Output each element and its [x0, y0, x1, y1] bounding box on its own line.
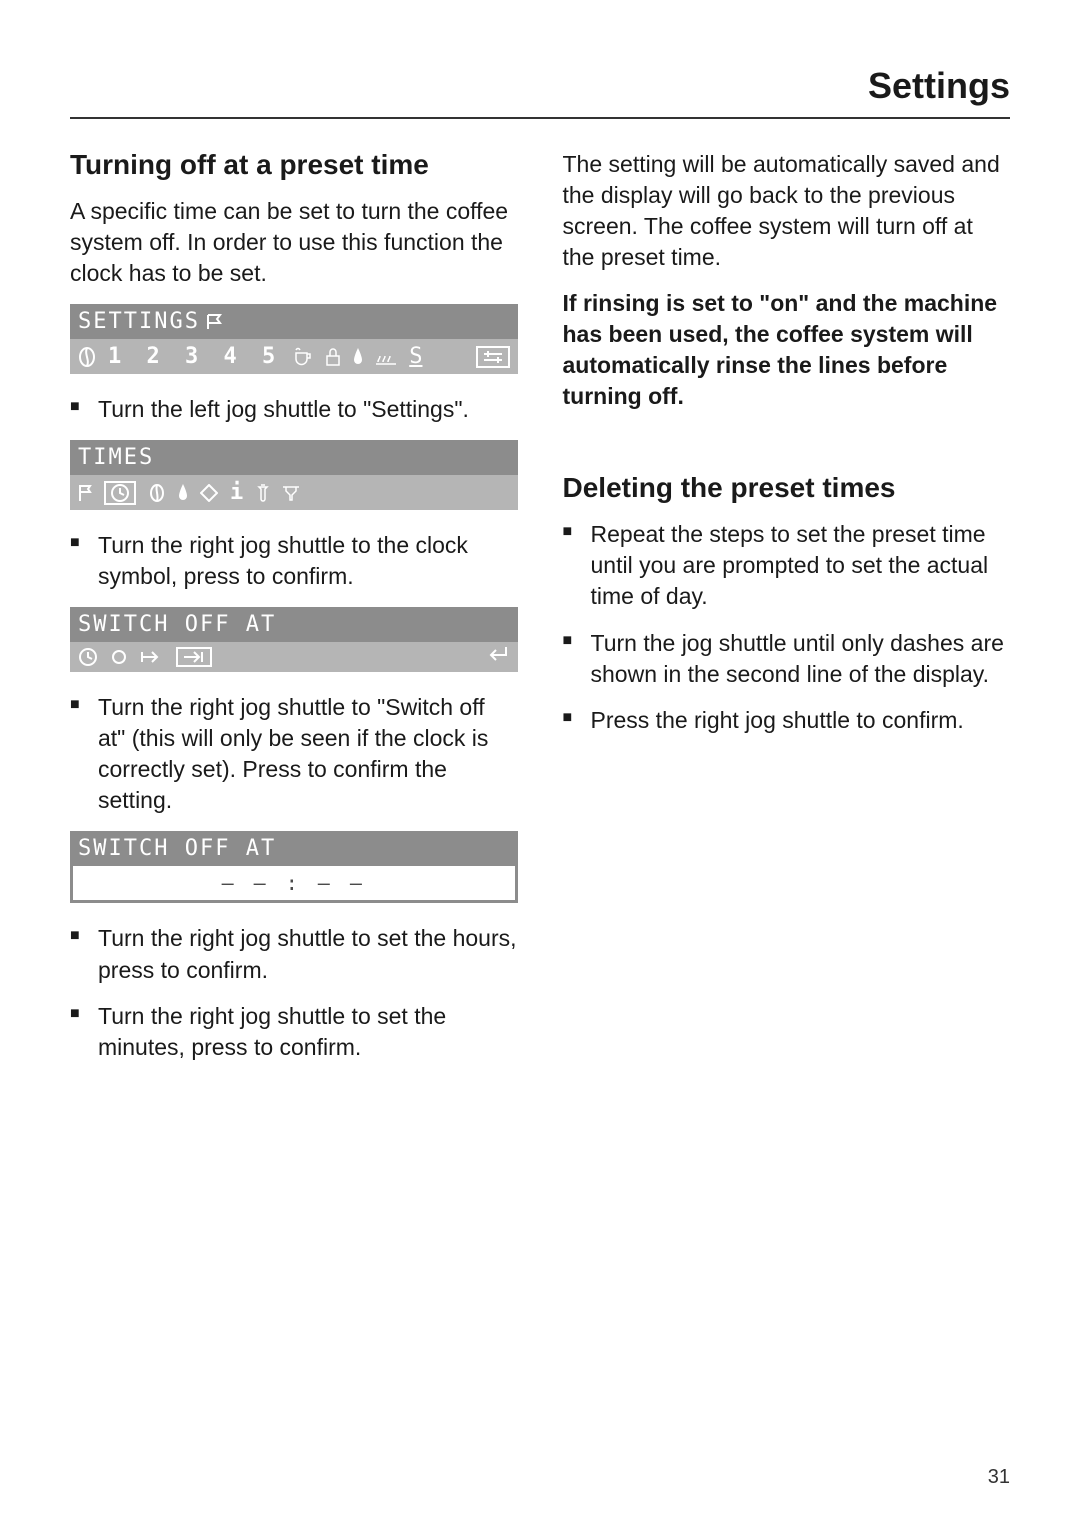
arrow-on-icon	[140, 649, 164, 665]
delete-step-1: Repeat the steps to set the preset time …	[563, 519, 1011, 612]
lcd-switch-off-at-time: SWITCH OFF AT – – : – –	[70, 831, 518, 903]
delete-step-3: Press the right jog shuttle to confirm.	[563, 705, 1011, 736]
drop-icon	[178, 483, 188, 503]
bean-icon	[78, 347, 96, 367]
page-title: Settings	[868, 65, 1010, 106]
step-5: Turn the right jog shuttle to set the mi…	[70, 1001, 518, 1063]
delete-step-2: Turn the jog shuttle until only dashes a…	[563, 628, 1011, 690]
right-column: The setting will be automatically saved …	[563, 149, 1011, 1078]
step-3: Turn the right jog shuttle to "Switch of…	[70, 692, 518, 816]
steam-icon	[375, 348, 397, 366]
section-heading-deleting: Deleting the preset times	[563, 472, 1011, 504]
arrow-off-icon-selected	[176, 647, 212, 667]
settings-sliders-icon	[476, 346, 510, 368]
lock-icon	[325, 347, 341, 367]
section-heading-turning-off: Turning off at a preset time	[70, 149, 518, 181]
lcd-title: SETTINGS	[78, 309, 200, 334]
lcd-title: TIMES	[78, 445, 154, 470]
enter-icon	[486, 644, 510, 670]
drop-icon	[353, 347, 363, 367]
intro-paragraph: A specific time can be set to turn the c…	[70, 196, 518, 289]
clock-icon	[78, 647, 98, 667]
diamond-icon	[200, 484, 218, 502]
lcd-settings: SETTINGS 1 2 3 4 5 S	[70, 304, 518, 374]
page-header: Settings	[70, 65, 1010, 119]
left-column: Turning off at a preset time A specific …	[70, 149, 518, 1078]
letter-s-icon: S	[409, 344, 422, 369]
circle-icon	[110, 648, 128, 666]
lcd-time-value: – – : – –	[222, 871, 366, 895]
cup-icon	[293, 347, 313, 367]
page-number: 31	[988, 1466, 1010, 1489]
step-2: Turn the right jog shuttle to the clock …	[70, 530, 518, 592]
pitcher-icon	[255, 483, 269, 503]
step-4: Turn the right jog shuttle to set the ho…	[70, 923, 518, 985]
flag-icon	[78, 484, 92, 502]
autosave-paragraph: The setting will be automatically saved …	[563, 149, 1011, 273]
bean-icon	[148, 483, 166, 503]
step-1: Turn the left jog shuttle to "Settings".	[70, 394, 518, 425]
lcd-title: SWITCH OFF AT	[78, 612, 276, 637]
funnel-icon	[281, 484, 301, 502]
lcd-numbers: 1 2 3 4 5	[108, 344, 281, 369]
rinse-note: If rinsing is set to "on" and the machin…	[563, 288, 1011, 412]
lcd-switch-off-at: SWITCH OFF AT	[70, 607, 518, 672]
lcd-times: TIMES i	[70, 440, 518, 510]
lcd-title: SWITCH OFF AT	[78, 836, 276, 861]
clock-icon-selected	[104, 481, 136, 505]
info-icon: i	[230, 480, 243, 505]
flag-icon	[206, 313, 224, 331]
